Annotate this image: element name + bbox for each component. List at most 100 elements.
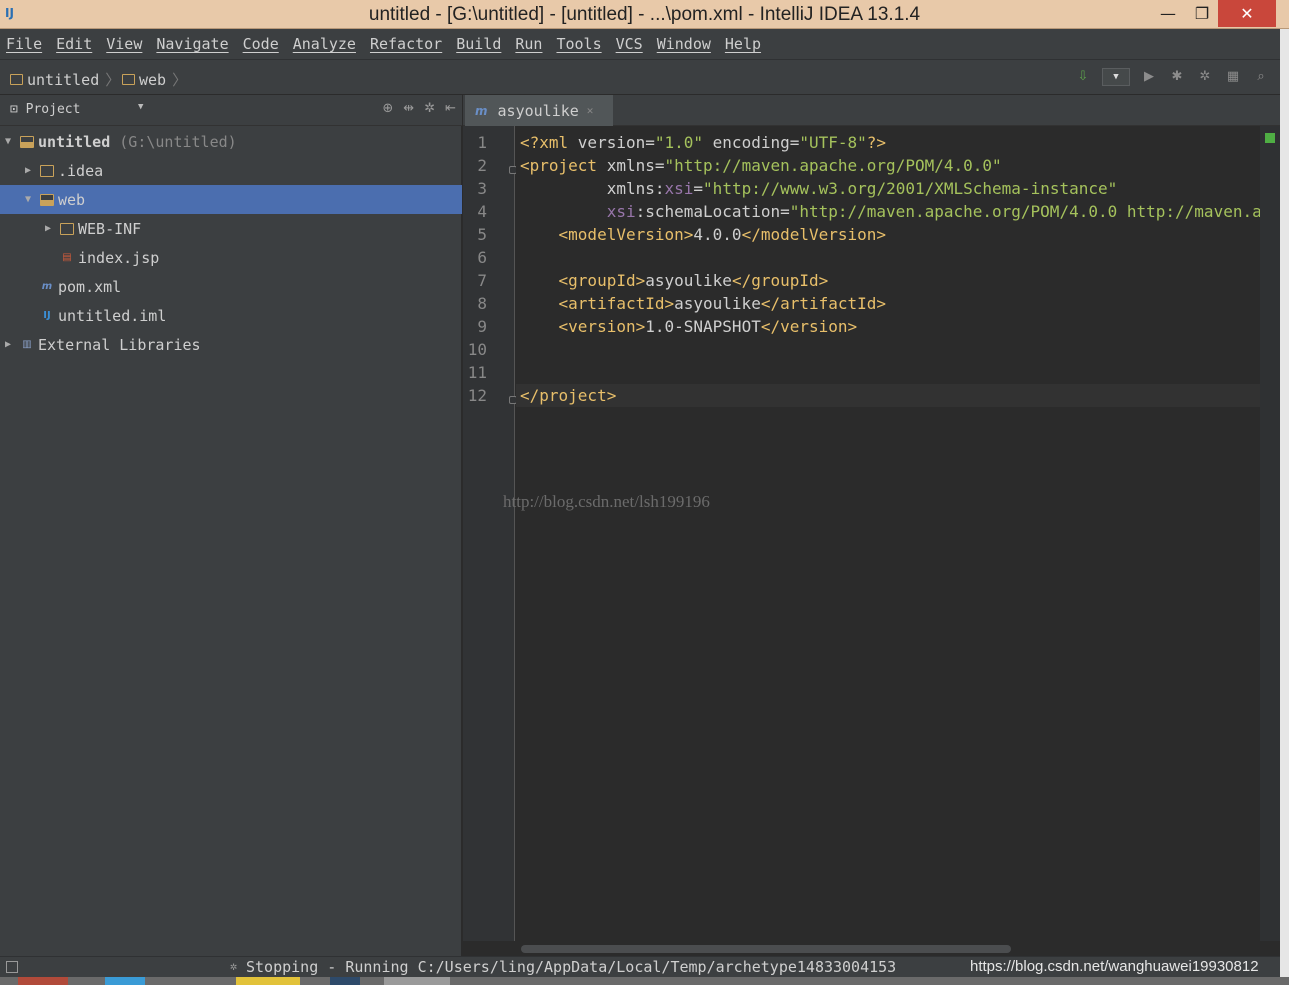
- line-number-gutter: 1 2 3 4 5 6 7 8 9 10 11 12: [463, 126, 517, 941]
- line-number: 9: [477, 317, 487, 336]
- web-folder-icon: [40, 193, 54, 206]
- hide-panel-icon[interactable]: ⇤: [445, 101, 456, 116]
- code-token: xsi: [520, 202, 636, 221]
- collapse-all-icon[interactable]: ⇹: [403, 101, 414, 116]
- title-bar: IJ untitled - [G:\untitled] - [untitled]…: [0, 0, 1289, 29]
- tree-item-web[interactable]: ▼ web: [0, 185, 462, 214]
- menu-tools[interactable]: Tools: [556, 35, 601, 53]
- status-message: Stopping - Running C:/Users/ling/AppData…: [246, 958, 897, 976]
- code-token: <project: [520, 156, 607, 175]
- code-token: "http://www.w3.org/2001/XMLSchema-instan…: [703, 179, 1118, 198]
- expand-arrow-icon[interactable]: ▶: [2, 339, 14, 350]
- tree-item-index-jsp[interactable]: ▤ index.jsp: [0, 243, 462, 272]
- maven-file-icon: m: [41, 280, 53, 292]
- tree-item-external-libraries[interactable]: ▶ ▥ External Libraries: [0, 330, 462, 359]
- menu-refactor[interactable]: Refactor: [370, 35, 442, 53]
- code-token: encoding=: [703, 133, 800, 152]
- horizontal-scrollbar[interactable]: [463, 941, 1280, 956]
- settings-gear-icon[interactable]: ✲: [424, 101, 435, 116]
- line-number: 11: [467, 363, 487, 382]
- status-url-overlay: https://blog.csdn.net/wanghuawei19930812: [970, 958, 1259, 975]
- code-token: <groupId>: [520, 271, 646, 290]
- status-bar: ✲ Stopping - Running C:/Users/ling/AppDa…: [0, 956, 1280, 977]
- scroll-from-source-icon[interactable]: ⊕: [382, 101, 393, 116]
- error-stripe: [1260, 126, 1280, 941]
- code-token: <modelVersion>: [520, 225, 694, 244]
- menu-help[interactable]: Help: [725, 35, 761, 53]
- minimize-button[interactable]: —: [1152, 0, 1184, 27]
- navigation-bar: untitled 〉 web 〉 ⇩ ▼ ▶ ✱ ✲ ▦ ⌕: [0, 59, 1280, 95]
- close-button[interactable]: ✕: [1218, 0, 1276, 27]
- coverage-icon[interactable]: ✲: [1196, 68, 1214, 86]
- code-token: <version>: [520, 317, 646, 336]
- code-line[interactable]: <modelVersion>4.0.0</modelVersion>: [520, 225, 887, 244]
- code-token: =: [693, 179, 704, 198]
- breadcrumb-web[interactable]: web 〉: [122, 69, 187, 90]
- menu-bar: File Edit View Navigate Code Analyze Ref…: [0, 29, 1280, 59]
- code-token: xmlns=: [606, 156, 665, 175]
- menu-run[interactable]: Run: [515, 35, 542, 53]
- project-tree: ▼ untitled (G:\untitled) ▶ .idea ▼ web ▶…: [0, 126, 462, 956]
- menu-edit[interactable]: Edit: [56, 35, 92, 53]
- search-icon[interactable]: ⌕: [1252, 68, 1270, 86]
- code-token: </project>: [520, 386, 617, 405]
- maximize-button[interactable]: ❐: [1186, 0, 1218, 27]
- libraries-icon: ▥: [22, 338, 32, 350]
- code-line[interactable]: </project>: [520, 386, 616, 405]
- taskbar-app[interactable]: [384, 977, 450, 985]
- taskbar-app[interactable]: [18, 977, 68, 985]
- project-view-selector[interactable]: ⊡ Project: [10, 102, 80, 117]
- expand-arrow-icon[interactable]: ▼: [2, 136, 14, 147]
- tree-item-label: index.jsp: [78, 248, 160, 267]
- line-number: 1: [477, 133, 487, 152]
- code-line[interactable]: <project xmlns="http://maven.apache.org/…: [520, 156, 1002, 175]
- tree-item-untitled[interactable]: ▼ untitled (G:\untitled): [0, 127, 462, 156]
- tree-item-untitled-iml[interactable]: IJ untitled.iml: [0, 301, 462, 330]
- tool-windows-icon[interactable]: [6, 961, 18, 973]
- breadcrumb-label: web: [139, 70, 167, 89]
- expand-arrow-icon[interactable]: ▼: [22, 194, 34, 205]
- code-line[interactable]: <?xml version="1.0" encoding="UTF-8"?>: [520, 133, 886, 152]
- code-editor[interactable]: <?xml version="1.0" encoding="UTF-8"?> <p…: [516, 126, 1260, 941]
- project-structure-icon[interactable]: ▦: [1224, 68, 1242, 86]
- chevron-down-icon[interactable]: ▼: [138, 102, 143, 112]
- code-token: </groupId>: [731, 271, 829, 290]
- breadcrumb-label: untitled: [27, 70, 100, 89]
- menu-view[interactable]: View: [106, 35, 142, 53]
- menu-navigate[interactable]: Navigate: [156, 35, 228, 53]
- taskbar-app[interactable]: [236, 977, 300, 985]
- code-token: "UTF-8": [799, 133, 867, 152]
- close-tab-icon[interactable]: ✕: [587, 104, 594, 117]
- code-line[interactable]: <version>1.0-SNAPSHOT</version>: [520, 317, 858, 336]
- menu-build[interactable]: Build: [456, 35, 501, 53]
- breadcrumb-separator: 〉: [105, 71, 121, 89]
- tab-asyoulike[interactable]: m asyoulike ✕: [465, 95, 613, 126]
- make-project-icon[interactable]: ⇩: [1074, 68, 1092, 86]
- code-token: <artifactId>: [520, 294, 675, 313]
- tree-item-pom-xml[interactable]: m pom.xml: [0, 272, 462, 301]
- menu-vcs[interactable]: VCS: [616, 35, 643, 53]
- code-line[interactable]: xmlns:xsi="http://www.w3.org/2001/XMLSch…: [520, 179, 1118, 198]
- run-icon[interactable]: ▶: [1140, 68, 1158, 86]
- expand-arrow-icon[interactable]: ▶: [22, 165, 34, 176]
- run-config-dropdown[interactable]: ▼: [1102, 68, 1130, 86]
- tree-item-label: .idea: [58, 161, 104, 180]
- code-line[interactable]: <groupId>asyoulike</groupId>: [520, 271, 829, 290]
- menu-analyze[interactable]: Analyze: [293, 35, 356, 53]
- code-line[interactable]: xsi:schemaLocation="http://maven.apache.…: [520, 202, 1260, 221]
- tree-item-web-inf[interactable]: ▶ WEB-INF: [0, 214, 462, 243]
- menu-code[interactable]: Code: [243, 35, 279, 53]
- code-token: </artifactId>: [760, 294, 887, 313]
- debug-icon[interactable]: ✱: [1168, 68, 1186, 86]
- code-line[interactable]: <artifactId>asyoulike</artifactId>: [520, 294, 887, 313]
- menu-window[interactable]: Window: [657, 35, 711, 53]
- taskbar-app[interactable]: [105, 977, 145, 985]
- breadcrumb-untitled[interactable]: untitled 〉: [10, 69, 120, 90]
- expand-arrow-icon[interactable]: ▶: [42, 223, 54, 234]
- taskbar-app[interactable]: [330, 977, 360, 985]
- line-number: 10: [467, 340, 487, 359]
- menu-file[interactable]: File: [6, 35, 42, 53]
- taskbar: [0, 977, 1289, 985]
- scrollbar-thumb[interactable]: [521, 945, 1011, 953]
- tree-item-idea[interactable]: ▶ .idea: [0, 156, 462, 185]
